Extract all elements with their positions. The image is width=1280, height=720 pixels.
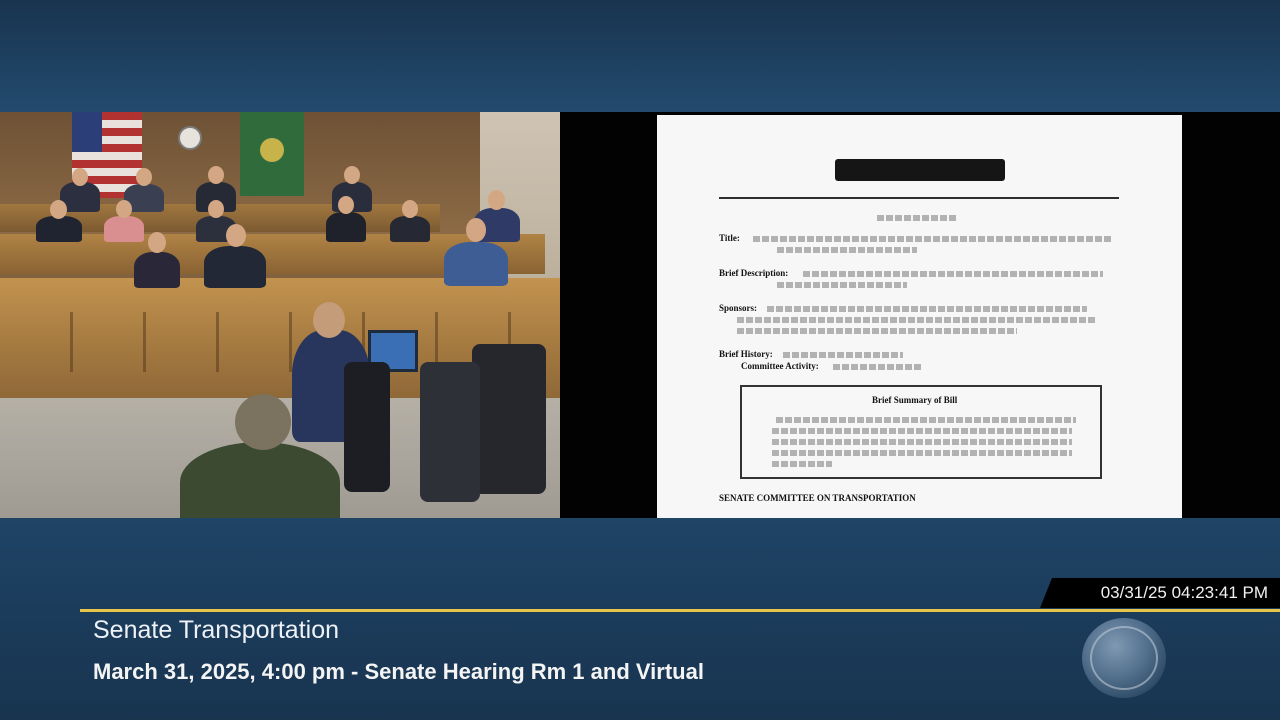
broadcast-timestamp: 03/31/25 04:23:41 PM [1100,583,1268,602]
doc-text-line [767,306,1087,312]
doc-text-line [737,328,1017,334]
testifier-head [313,302,345,338]
doc-label-brief-summary: Brief Summary of Bill [872,395,958,405]
document-header-bar [835,159,1005,181]
committee-title: Senate Transportation [93,616,339,644]
wall-clock-icon [178,126,202,150]
audience-member-head [235,394,291,450]
senator [134,252,180,288]
senator-head [402,200,418,218]
senator [444,242,508,286]
doc-text-line [783,352,903,358]
doc-text-line [776,417,1076,423]
senator-head [208,200,224,218]
document-rule [719,197,1119,199]
doc-label-committee-activity: Committee Activity: [741,361,819,371]
doc-label-sponsors: Sponsors: [719,303,758,313]
doc-text-line [753,236,1113,242]
timestamp-box: 03/31/25 04:23:41 PM [1040,578,1280,608]
senator-head [338,196,354,214]
chair [472,344,546,494]
senator-head [116,200,132,218]
doc-text-line [777,282,907,288]
senator-head [466,218,486,242]
senator-head [488,190,505,210]
doc-text-line [777,247,917,253]
audience-member [180,442,340,518]
senator [36,216,82,242]
senator [104,216,144,242]
senator-head [148,232,166,253]
doc-text-line [772,461,832,467]
doc-text-line [803,271,1103,277]
brief-summary-box: Brief Summary of Bill [740,385,1102,479]
doc-committee-footer: SENATE COMMITTEE ON TRANSPORTATION [719,493,916,503]
senator [390,216,430,242]
tvw-logo-icon [1082,618,1166,698]
senator-head [72,168,88,186]
doc-label-title: Title: [719,233,740,243]
senator-head [50,200,67,219]
hearing-room-video [0,112,560,518]
senator-head [226,224,246,247]
doc-text-line [772,450,1072,456]
chair [420,362,480,502]
doc-label-brief-history: Brief History: [719,349,773,359]
lower-third-rule [80,609,1280,612]
chair [344,362,390,492]
doc-text-line [877,215,957,221]
doc-text-line [772,439,1072,445]
senator [326,212,366,242]
senator [204,246,266,288]
bill-report-document: Title: Brief Description: Sponsors: Brie… [657,115,1182,518]
state-flag-icon [240,112,304,196]
session-details: March 31, 2025, 4:00 pm - Senate Hearing… [93,659,704,684]
doc-label-brief-description: Brief Description: [719,268,789,278]
doc-text-line [737,317,1097,323]
senator-head [136,168,152,186]
doc-text-line [772,428,1072,434]
doc-text-line [833,364,923,370]
senator-head [344,166,360,184]
senator-head [208,166,224,184]
top-band [0,0,1280,112]
